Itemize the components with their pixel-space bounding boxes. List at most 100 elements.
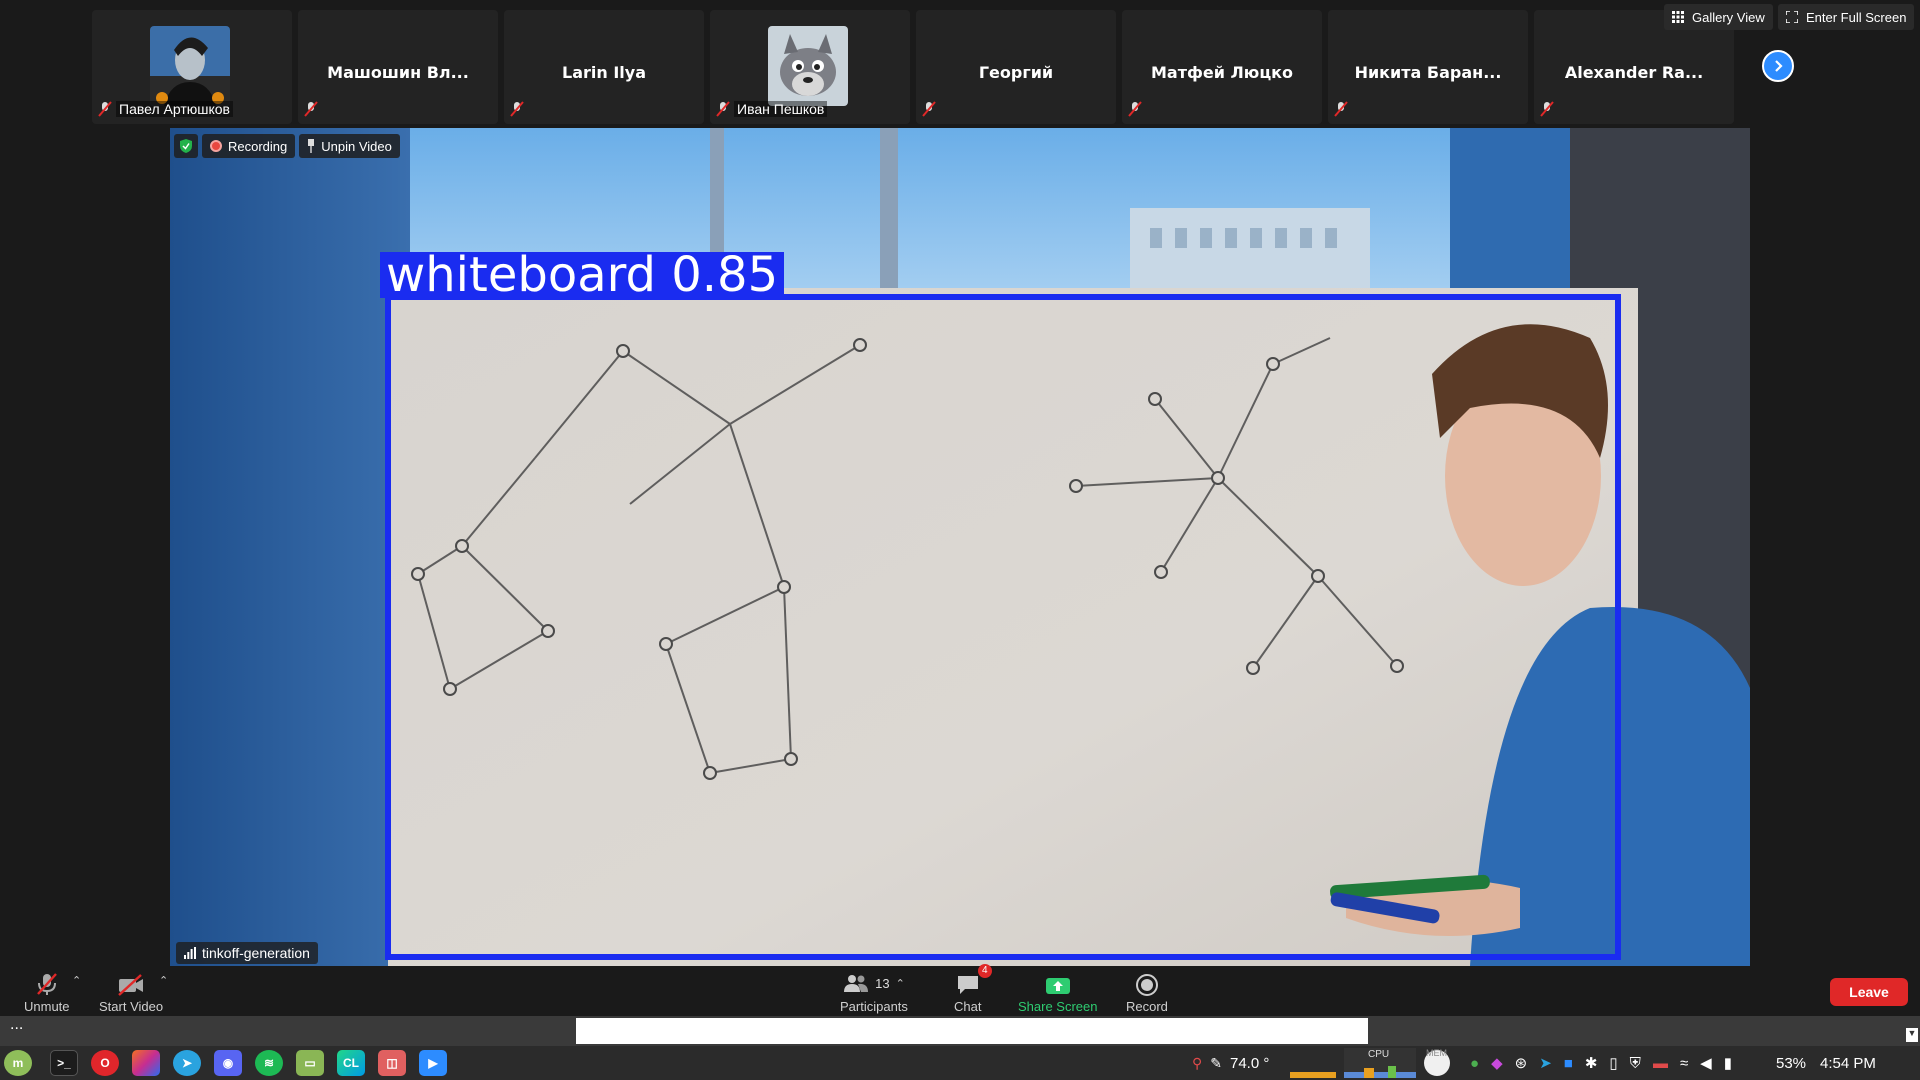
keyboard-layout-icon[interactable]: ▬ bbox=[1653, 1055, 1668, 1072]
opera-icon[interactable]: O bbox=[91, 1050, 119, 1076]
speaker-name: tinkoff-generation bbox=[202, 945, 310, 961]
encryption-badge[interactable] bbox=[174, 134, 198, 158]
system-tray: ● ◆ ⊛ ➤ ■ ✱ ▯ ⛨ ▬ ≈ ◀ ▮ bbox=[1470, 1046, 1732, 1080]
record-dot-icon bbox=[210, 140, 222, 152]
leave-button[interactable]: Leave bbox=[1830, 978, 1908, 1006]
zoom-icon[interactable]: ▶ bbox=[419, 1050, 447, 1076]
audio-options-caret-icon[interactable]: ⌃ bbox=[72, 974, 81, 987]
muted-mic-icon bbox=[1128, 101, 1142, 117]
security-shield-icon[interactable]: ⛨ bbox=[1630, 1055, 1641, 1072]
participant-tile[interactable]: Георгий bbox=[916, 10, 1116, 124]
detection-label: whiteboard 0.85 bbox=[380, 251, 785, 299]
detection-box bbox=[385, 294, 1621, 960]
telegram-tray-icon[interactable]: ➤ bbox=[1539, 1054, 1552, 1072]
expand-icon bbox=[1786, 11, 1798, 23]
muted-mic-icon bbox=[510, 101, 524, 117]
start-video-button[interactable]: Start Video bbox=[99, 970, 163, 1014]
mem-label: MEM bbox=[1426, 1048, 1447, 1058]
share-screen-button[interactable]: Share Screen bbox=[1018, 970, 1098, 1014]
muted-mic-icon bbox=[922, 101, 936, 117]
participant-name: Иван Пешков bbox=[734, 101, 828, 117]
terminal-icon[interactable]: >_ bbox=[50, 1050, 78, 1076]
unpin-video-button[interactable]: Unpin Video bbox=[299, 134, 400, 158]
participant-tile[interactable]: Павел Артюшков bbox=[92, 10, 292, 124]
chat-icon bbox=[957, 976, 978, 994]
participant-name: Павел Артюшков bbox=[116, 101, 233, 117]
app-icon[interactable]: ◫ bbox=[378, 1050, 406, 1076]
location-pin-icon: ⚲ bbox=[1192, 1054, 1203, 1071]
temperature-value: 74.0 ° bbox=[1230, 1054, 1270, 1072]
toolbox-tray-icon[interactable]: ◆ bbox=[1491, 1054, 1503, 1072]
participant-strip: Павел Артюшков Машошин Вл... Larin Ilya bbox=[0, 0, 1920, 128]
temperature-graph bbox=[1290, 1052, 1336, 1078]
participant-tile[interactable]: Иван Пешков bbox=[710, 10, 910, 124]
participants-label: Participants bbox=[840, 999, 908, 1014]
chat-button[interactable]: 4 Chat bbox=[954, 964, 992, 1014]
mint-menu-icon[interactable]: m bbox=[4, 1050, 32, 1076]
participant-tile[interactable]: Larin Ilya bbox=[504, 10, 704, 124]
files-icon[interactable]: ▭ bbox=[296, 1050, 324, 1076]
more-options-button[interactable]: ... bbox=[10, 1016, 23, 1034]
full-screen-button[interactable]: Enter Full Screen bbox=[1778, 4, 1915, 30]
chat-badge: 4 bbox=[977, 964, 992, 978]
pinned-video[interactable]: whiteboard 0.85 Recording Unpin Video ti… bbox=[170, 128, 1750, 966]
discord-icon[interactable]: ◉ bbox=[214, 1050, 242, 1076]
clock-area: 53% 4:54 PM bbox=[1776, 1046, 1876, 1080]
participant-display-name: Георгий bbox=[978, 63, 1054, 82]
signal-icon bbox=[184, 947, 196, 959]
record-label: Record bbox=[1126, 999, 1168, 1014]
clock[interactable]: 4:54 PM bbox=[1820, 1055, 1876, 1072]
participant-display-name: Alexander Ra... bbox=[1564, 63, 1704, 82]
shield-icon bbox=[180, 139, 192, 153]
clion-icon[interactable]: CL bbox=[337, 1050, 365, 1076]
muted-mic-icon bbox=[716, 101, 730, 117]
wifi-icon[interactable]: ≈ bbox=[1680, 1055, 1688, 1072]
bluetooth-icon[interactable]: ✱ bbox=[1585, 1054, 1598, 1072]
start-video-label: Start Video bbox=[99, 999, 164, 1014]
muted-mic-icon bbox=[1334, 101, 1348, 117]
os-taskbar: m >_ O ➤ ◉ ≋ ▭ CL ◫ ▶ ⚲ ✎ 74.0 ° CPU MEM… bbox=[0, 1046, 1920, 1080]
share-screen-label: Share Screen bbox=[1018, 999, 1098, 1014]
scroll-down-arrow-icon[interactable]: ▼ bbox=[1906, 1028, 1918, 1042]
jetbrains-toolbox-icon[interactable] bbox=[132, 1050, 160, 1076]
record-icon bbox=[1135, 974, 1158, 996]
recording-label: Recording bbox=[228, 138, 288, 154]
cpu-monitor: CPU bbox=[1344, 1048, 1416, 1078]
unmute-label: Unmute bbox=[24, 999, 70, 1014]
participants-button[interactable]: 13 ⌃ Participants bbox=[840, 970, 908, 1014]
participant-tile[interactable]: Матфей Люцко bbox=[1122, 10, 1322, 124]
zoom-meeting-window: Павел Артюшков Машошин Вл... Larin Ilya bbox=[0, 0, 1920, 1080]
scrollbar-thumb[interactable] bbox=[576, 1018, 1368, 1044]
unpin-video-label: Unpin Video bbox=[321, 138, 392, 154]
record-button[interactable]: Record bbox=[1126, 970, 1168, 1014]
muted-mic-icon bbox=[304, 101, 318, 117]
clipboard-icon[interactable]: ▯ bbox=[1609, 1054, 1617, 1072]
participant-display-name: Машошин Вл... bbox=[327, 63, 469, 82]
unmute-button[interactable]: Unmute bbox=[24, 970, 70, 1014]
muted-mic-icon bbox=[1540, 101, 1554, 117]
muted-mic-icon bbox=[98, 101, 112, 117]
grid-icon bbox=[1672, 11, 1684, 23]
next-page-button[interactable] bbox=[1762, 50, 1794, 82]
video-options-caret-icon[interactable]: ⌃ bbox=[159, 974, 168, 987]
muted-mic-icon bbox=[36, 973, 57, 995]
memory-monitor: MEM bbox=[1424, 1048, 1450, 1076]
cpu-label: CPU bbox=[1368, 1049, 1390, 1060]
gallery-view-button[interactable]: Gallery View bbox=[1664, 4, 1773, 30]
participants-caret-icon: ⌃ bbox=[895, 977, 905, 990]
vpn-icon[interactable]: ● bbox=[1470, 1055, 1479, 1072]
temperature-indicator: ⚲ ✎ 74.0 ° bbox=[1192, 1046, 1269, 1080]
full-screen-label: Enter Full Screen bbox=[1806, 9, 1907, 25]
participant-tile[interactable]: Машошин Вл... bbox=[298, 10, 498, 124]
chevron-right-icon bbox=[1775, 60, 1783, 72]
participant-tile[interactable]: Никита Баран... bbox=[1328, 10, 1528, 124]
volume-icon[interactable]: ◀ bbox=[1700, 1054, 1712, 1072]
recording-indicator[interactable]: Recording bbox=[202, 134, 296, 158]
participant-display-name: Никита Баран... bbox=[1354, 63, 1502, 82]
steam-icon[interactable]: ⊛ bbox=[1515, 1054, 1528, 1072]
spotify-icon[interactable]: ≋ bbox=[255, 1050, 283, 1076]
battery-icon[interactable]: ▮ bbox=[1724, 1054, 1732, 1072]
participants-icon bbox=[844, 975, 869, 992]
zoom-tray-icon[interactable]: ■ bbox=[1564, 1055, 1573, 1072]
telegram-icon[interactable]: ➤ bbox=[173, 1050, 201, 1076]
